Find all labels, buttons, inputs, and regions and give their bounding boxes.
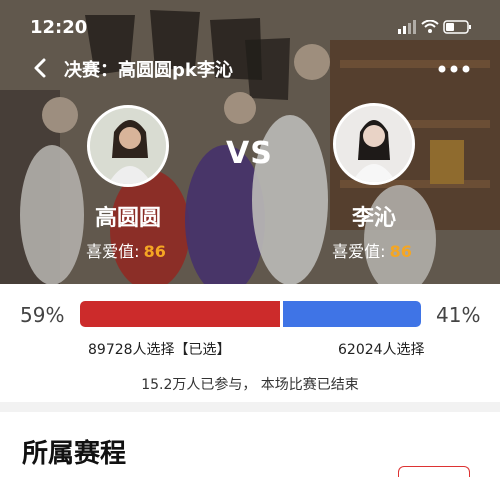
left-vote-count: 89728人选择【已选】: [88, 342, 231, 358]
more-button[interactable]: [434, 56, 474, 82]
battery-icon: [443, 20, 471, 34]
left-percent: 59%: [20, 303, 65, 327]
section-divider: [0, 402, 500, 412]
like-label: 喜爱值:: [86, 242, 140, 261]
portrait-image: [90, 108, 166, 184]
status-time: 12:20: [30, 17, 88, 38]
candidate-right-like: 喜爱值: 86: [302, 238, 442, 262]
back-button[interactable]: [28, 55, 54, 81]
wifi-icon: [421, 19, 439, 33]
candidate-left-name: 高圆圆: [94, 206, 161, 231]
chevron-left-icon: [34, 58, 46, 78]
vote-bar-left: [80, 301, 281, 327]
signal-icon: [398, 20, 416, 34]
candidate-right-name: 李沁: [351, 206, 396, 231]
schedule-button[interactable]: [398, 466, 470, 477]
more-dots-icon: [438, 65, 470, 73]
section-title: 所属赛程: [22, 439, 127, 469]
page-title: 决赛：高圆圆pk李沁: [64, 60, 233, 81]
vote-bar-right: [281, 301, 421, 327]
status-bar: 12:20: [0, 0, 500, 46]
participation-summary: 15.2万人已参与， 本场比赛已结束: [141, 377, 359, 393]
candidate-left-like: 喜爱值: 86: [56, 238, 196, 262]
candidate-right-avatar[interactable]: [333, 103, 415, 185]
vs-label: VS: [226, 136, 273, 171]
right-percent: 41%: [436, 303, 481, 327]
vote-bar-divider: [280, 301, 283, 327]
like-value: 86: [143, 242, 166, 261]
like-label: 喜爱值:: [332, 242, 386, 261]
candidate-left-avatar[interactable]: [87, 105, 169, 187]
vote-progress-bar: [80, 301, 421, 327]
like-value: 86: [389, 242, 412, 261]
status-icons: [398, 19, 472, 38]
nav-bar: 决赛：高圆圆pk李沁: [0, 52, 500, 86]
portrait-image: [336, 106, 412, 182]
right-vote-count: 62024人选择: [338, 342, 425, 358]
